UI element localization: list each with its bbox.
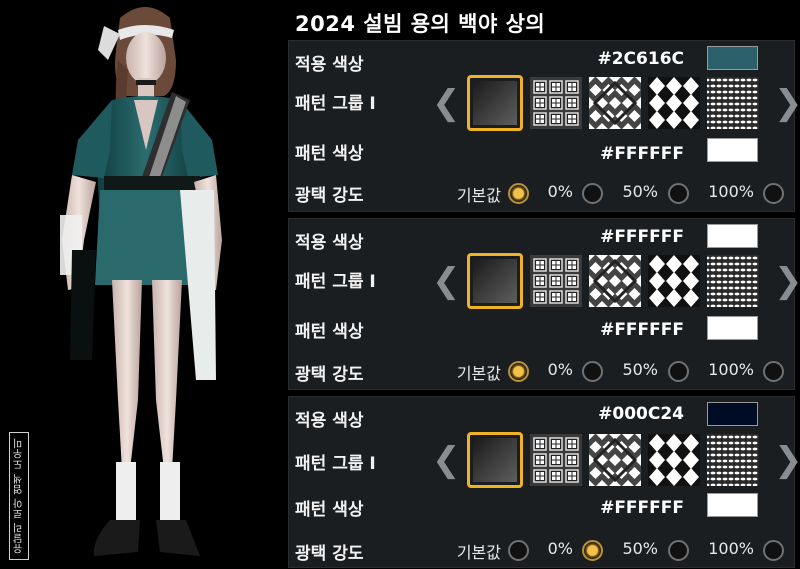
window-grid-pattern-icon[interactable] — [530, 77, 582, 129]
pattern-color-hex: #FFFFFF — [600, 144, 684, 164]
apply-color-swatch[interactable] — [707, 224, 758, 248]
gloss-radio-0[interactable] — [508, 540, 529, 561]
gloss-radio-2[interactable] — [668, 361, 689, 382]
gloss-label: 광택 강도 — [295, 544, 364, 564]
apply-color-hex: #000C24 — [598, 404, 684, 424]
dotted-wave-pattern-icon[interactable] — [707, 77, 759, 129]
window-grid-pattern-icon[interactable] — [530, 255, 582, 307]
argyle-pattern-icon[interactable] — [648, 77, 700, 129]
apply-color-hex: #2C616C — [597, 49, 684, 69]
pattern-prev-arrow-icon[interactable]: ❮ — [432, 263, 461, 299]
gloss-option-label: 100% — [708, 182, 754, 201]
gloss-label: 광택 강도 — [295, 365, 364, 385]
pattern-color-label: 패턴 색상 — [295, 144, 364, 164]
apply-color-label: 적용 색상 — [295, 55, 364, 75]
pattern-group-label: 패턴 그룹 Ⅰ — [295, 272, 376, 292]
apply-color-hex: #FFFFFF — [600, 227, 684, 247]
character-preview: 유달리 로아 염색 도우미 — [0, 0, 285, 569]
pattern-prev-arrow-icon[interactable]: ❮ — [432, 85, 461, 121]
gloss-option-label: 50% — [622, 539, 658, 558]
dotted-wave-pattern-icon[interactable] — [707, 255, 759, 307]
argyle-pattern-icon[interactable] — [648, 255, 700, 307]
pattern-color-label: 패턴 색상 — [295, 500, 364, 520]
gloss-option-label: 100% — [708, 539, 754, 558]
pattern-color-swatch[interactable] — [707, 138, 758, 162]
pattern-color-swatch[interactable] — [707, 316, 758, 340]
apply-color-swatch[interactable] — [707, 46, 758, 70]
character-model-image — [60, 7, 222, 556]
gloss-radio-1[interactable] — [582, 361, 603, 382]
watermark-label: 유달리 로아 염색 도우미 — [9, 432, 29, 560]
gloss-radio-3[interactable] — [763, 540, 784, 561]
gloss-radio-3[interactable] — [763, 361, 784, 382]
gloss-option-label: 50% — [622, 182, 658, 201]
gloss-option-label: 100% — [708, 360, 754, 379]
apply-color-label: 적용 색상 — [295, 233, 364, 253]
dye-section-1: 적용 색상 #2C616C 패턴 그룹 Ⅰ ❮ ❯ 패턴 색상 #FFFFFF … — [288, 40, 800, 212]
gloss-radio-0[interactable] — [508, 183, 529, 204]
page-title: 2024 설빔 용의 백야 상의 — [295, 12, 546, 36]
dye-section-2: 적용 색상 #FFFFFF 패턴 그룹 Ⅰ ❮ ❯ 패턴 색상 #FFFFFF … — [288, 218, 800, 390]
pattern-next-arrow-icon[interactable]: ❯ — [774, 442, 800, 478]
diamond-lattice-pattern-icon[interactable] — [589, 255, 641, 307]
gloss-radio-0[interactable] — [508, 361, 529, 382]
pattern-color-swatch[interactable] — [707, 493, 758, 517]
pattern-color-hex: #FFFFFF — [600, 320, 684, 340]
watermark-text: 유달리 로아 염색 도우미 — [13, 437, 25, 555]
argyle-pattern-icon[interactable] — [648, 434, 700, 486]
gloss-option-label: 0% — [547, 539, 573, 558]
pattern-next-arrow-icon[interactable]: ❯ — [774, 263, 800, 299]
gloss-label: 광택 강도 — [295, 186, 364, 206]
gloss-radio-1[interactable] — [582, 183, 603, 204]
pattern-prev-arrow-icon[interactable]: ❮ — [432, 442, 461, 478]
pattern-color-label: 패턴 색상 — [295, 322, 364, 342]
pattern-group-label: 패턴 그룹 Ⅰ — [295, 94, 376, 114]
gloss-option-label: 기본값 — [456, 364, 501, 383]
gloss-radio-1[interactable] — [582, 540, 603, 561]
gloss-option-label: 기본값 — [456, 543, 501, 562]
dotted-wave-pattern-icon[interactable] — [707, 434, 759, 486]
diamond-lattice-pattern-icon[interactable] — [589, 434, 641, 486]
gradient-pattern-icon[interactable] — [467, 253, 523, 309]
pattern-next-arrow-icon[interactable]: ❯ — [774, 85, 800, 121]
gloss-option-label: 0% — [547, 182, 573, 201]
gloss-radio-3[interactable] — [763, 183, 784, 204]
apply-color-label: 적용 색상 — [295, 411, 364, 431]
pattern-group-label: 패턴 그룹 Ⅰ — [295, 454, 376, 474]
gradient-pattern-icon[interactable] — [467, 75, 523, 131]
gloss-option-label: 0% — [547, 360, 573, 379]
dye-section-3: 적용 색상 #000C24 패턴 그룹 Ⅰ ❮ ❯ 패턴 색상 #FFFFFF … — [288, 396, 800, 568]
apply-color-swatch[interactable] — [707, 402, 758, 426]
gloss-radio-2[interactable] — [668, 183, 689, 204]
window-grid-pattern-icon[interactable] — [530, 434, 582, 486]
gloss-option-label: 기본값 — [456, 186, 501, 205]
gradient-pattern-icon[interactable] — [467, 432, 523, 488]
diamond-lattice-pattern-icon[interactable] — [589, 77, 641, 129]
gloss-radio-2[interactable] — [668, 540, 689, 561]
pattern-color-hex: #FFFFFF — [600, 498, 684, 518]
gloss-option-label: 50% — [622, 360, 658, 379]
